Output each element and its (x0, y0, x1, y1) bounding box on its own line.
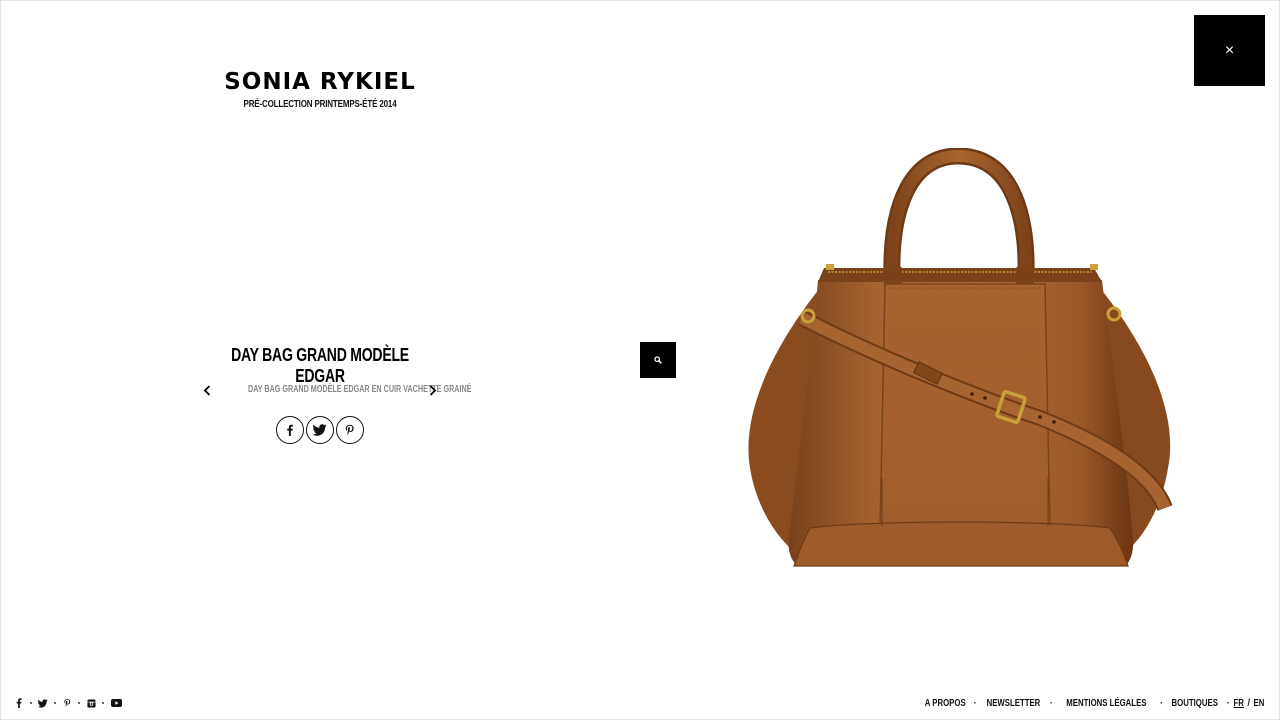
share-buttons (276, 416, 364, 444)
magnifier-icon (654, 356, 662, 364)
share-facebook-button[interactable] (276, 416, 304, 444)
product-description: DAY BAG GRAND MODÈLE EDGAR EN CUIR VACHE… (248, 384, 472, 395)
social-separator (78, 702, 80, 704)
brand-logo[interactable]: SONIA RYKIEL PRÉ-COLLECTION PRINTEMPS-ÉT… (220, 68, 420, 110)
brand-name: SONIA RYKIEL (224, 69, 416, 95)
footer-link-legal[interactable]: MENTIONS LÉGALES (1066, 698, 1146, 709)
previous-product-button[interactable] (200, 380, 214, 400)
social-separator (102, 702, 104, 704)
footer-separator: · (1159, 697, 1164, 709)
facebook-icon (287, 424, 293, 436)
footer-facebook-link[interactable] (14, 698, 24, 708)
footer-instagram-link[interactable] (86, 698, 96, 708)
close-icon: × (1224, 41, 1235, 59)
language-fr[interactable]: FR (1233, 698, 1243, 709)
pinterest-icon (345, 424, 354, 435)
chevron-left-icon (203, 384, 211, 396)
facebook-icon (16, 698, 22, 708)
social-separator (30, 702, 32, 704)
footer-link-about[interactable]: A PROPOS (925, 698, 966, 709)
footer-youtube-link[interactable] (110, 698, 122, 708)
share-twitter-button[interactable] (306, 416, 334, 444)
footer-pinterest-link[interactable] (62, 698, 72, 708)
footer-separator: · (973, 697, 977, 709)
footer-twitter-link[interactable] (38, 698, 48, 708)
leather-bag-illustration (748, 147, 1173, 567)
next-product-button[interactable] (426, 380, 440, 400)
footer-link-stores[interactable]: BOUTIQUES (1172, 698, 1218, 709)
youtube-icon (110, 699, 122, 707)
footer-social-links (14, 696, 122, 710)
footer-separator: · (1049, 697, 1054, 709)
footer-link-newsletter[interactable]: NEWSLETTER (986, 698, 1040, 709)
twitter-icon (38, 698, 48, 708)
collection-title: PRÉ-COLLECTION PRINTEMPS-ÉTÉ 2014 (243, 99, 397, 110)
share-pinterest-button[interactable] (336, 416, 364, 444)
social-separator (54, 702, 56, 704)
twitter-icon (313, 424, 327, 436)
zoom-button[interactable] (640, 342, 676, 378)
footer-separator: · (1226, 697, 1230, 709)
close-button[interactable]: × (1194, 15, 1265, 86)
product-navigation: DAY BAG GRAND MODÈLE EDGAR EN CUIR VACHE… (200, 380, 472, 400)
language-separator: / (1247, 697, 1251, 709)
instagram-icon (86, 698, 96, 708)
pinterest-icon (63, 699, 70, 707)
chevron-right-icon (429, 384, 437, 396)
footer-links: A PROPOS · NEWSLETTER · MENTIONS LÉGALES… (919, 697, 1266, 709)
language-en[interactable]: EN (1254, 698, 1265, 709)
product-image (740, 147, 1180, 573)
